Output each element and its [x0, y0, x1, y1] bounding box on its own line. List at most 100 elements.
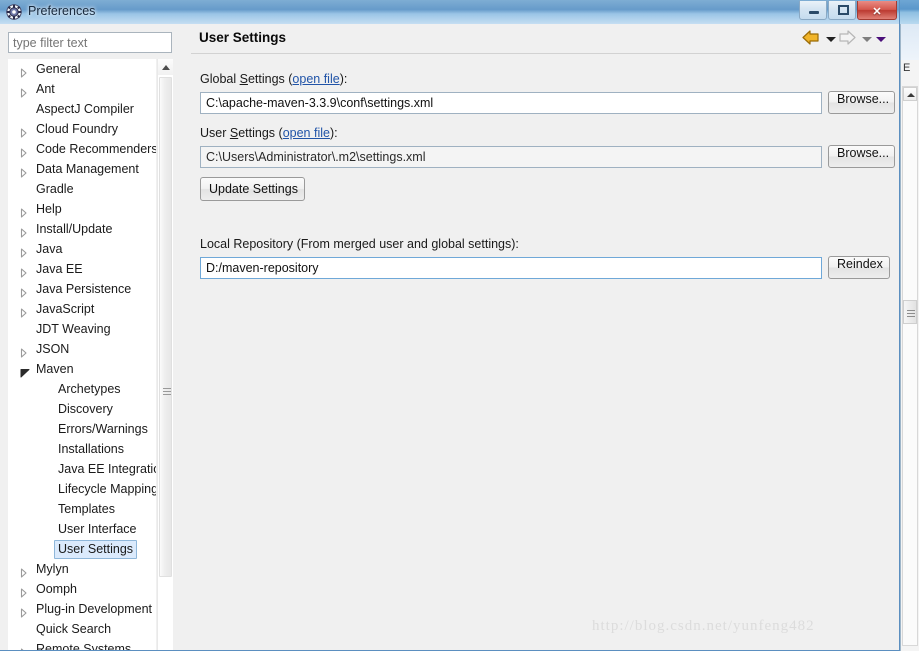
- page-navigation: [801, 29, 887, 49]
- tree-item-maven[interactable]: Maven: [8, 359, 156, 379]
- tree-item-aspectj-compiler[interactable]: AspectJ Compiler: [8, 99, 156, 119]
- tree-item-java-ee-integration[interactable]: Java EE Integration: [8, 459, 156, 479]
- expand-arrow-icon[interactable]: [20, 244, 28, 258]
- tree-item-label: General: [36, 62, 81, 76]
- tree-item-oomph[interactable]: Oomph: [8, 579, 156, 599]
- user-settings-open-file-link[interactable]: open file: [283, 126, 330, 140]
- tree-item-code-recommenders[interactable]: Code Recommenders: [8, 139, 156, 159]
- update-settings-button[interactable]: Update Settings: [200, 177, 305, 201]
- tree-item-user-interface[interactable]: User Interface: [8, 519, 156, 539]
- tree-item-label: JDT Weaving: [36, 322, 111, 336]
- tree-item-cloud-foundry[interactable]: Cloud Foundry: [8, 119, 156, 139]
- expand-arrow-icon[interactable]: [20, 164, 28, 178]
- tree-item-general[interactable]: General: [8, 59, 156, 79]
- tree-item-label: Discovery: [58, 402, 113, 416]
- tree-item-installations[interactable]: Installations: [8, 439, 156, 459]
- restore-button[interactable]: [828, 1, 856, 20]
- back-history-chevron-down-icon[interactable]: [823, 29, 837, 49]
- tree-item-gradle[interactable]: Gradle: [8, 179, 156, 199]
- local-repository-input[interactable]: [200, 257, 822, 279]
- back-arrow-icon[interactable]: [801, 29, 823, 49]
- global-settings-label-prefix: Global: [200, 72, 240, 86]
- expand-arrow-icon[interactable]: [20, 644, 28, 650]
- tree-item-data-management[interactable]: Data Management: [8, 159, 156, 179]
- expand-arrow-icon[interactable]: [20, 584, 28, 598]
- expand-arrow-icon[interactable]: [20, 304, 28, 318]
- tree-item-label: Errors/Warnings: [58, 422, 148, 436]
- scroll-up-icon[interactable]: [158, 59, 173, 75]
- tree-item-javascript[interactable]: JavaScript: [8, 299, 156, 319]
- tree-item-label: Remote Systems: [36, 642, 132, 650]
- window-controls: ✕: [798, 1, 897, 20]
- tree-item-templates[interactable]: Templates: [8, 499, 156, 519]
- expand-arrow-icon[interactable]: [20, 564, 28, 578]
- close-button[interactable]: ✕: [857, 1, 897, 20]
- expand-arrow-icon[interactable]: [20, 144, 28, 158]
- search-input[interactable]: [8, 32, 172, 53]
- tree-item-help[interactable]: Help: [8, 199, 156, 219]
- expand-arrow-icon[interactable]: [20, 204, 28, 218]
- tree-item-label: Lifecycle Mappings: [58, 482, 156, 496]
- tree-item-java[interactable]: Java: [8, 239, 156, 259]
- tree-item-ant[interactable]: Ant: [8, 79, 156, 99]
- page-title: User Settings: [199, 30, 287, 45]
- tree-item-archetypes[interactable]: Archetypes: [8, 379, 156, 399]
- expand-arrow-icon[interactable]: [20, 124, 28, 138]
- tree-item-errors-warnings[interactable]: Errors/Warnings: [8, 419, 156, 439]
- tree-item-label: Java: [36, 242, 63, 256]
- tree-item-lifecycle-mappings[interactable]: Lifecycle Mappings: [8, 479, 156, 499]
- tree-scrollbar[interactable]: [157, 59, 173, 650]
- reindex-button[interactable]: Reindex: [828, 256, 890, 279]
- user-settings-browse-button[interactable]: Browse...: [828, 145, 895, 168]
- tree-item-label: JSON: [36, 342, 70, 356]
- tree-item-json[interactable]: JSON: [8, 339, 156, 359]
- pane-divider[interactable]: [176, 24, 183, 650]
- tree-item-plug-in-development[interactable]: Plug-in Development: [8, 599, 156, 619]
- tree-item-label: Java EE Integration: [58, 462, 156, 476]
- global-settings-label: Global Settings (open file):: [200, 72, 347, 86]
- tree-item-jdt-weaving[interactable]: JDT Weaving: [8, 319, 156, 339]
- expand-arrow-icon[interactable]: [20, 604, 28, 618]
- global-settings-browse-button[interactable]: Browse...: [828, 91, 895, 114]
- dialog-title: Preferences: [28, 4, 96, 18]
- user-settings-label-rest: ettings (: [238, 126, 283, 140]
- tree-item-label: Data Management: [36, 162, 139, 176]
- background-scrollbar-up-icon[interactable]: [903, 87, 917, 101]
- tree-item-discovery[interactable]: Discovery: [8, 399, 156, 419]
- tree-item-mylyn[interactable]: Mylyn: [8, 559, 156, 579]
- tree-item-label: Oomph: [36, 582, 77, 596]
- tree-item-java-persistence[interactable]: Java Persistence: [8, 279, 156, 299]
- dialog-titlebar[interactable]: Preferences ✕: [0, 0, 899, 25]
- user-settings-path-input[interactable]: [200, 146, 822, 168]
- global-settings-label-rest: ettings (: [247, 72, 293, 86]
- preferences-tree[interactable]: General Ant AspectJ Compiler Cloud Foundry C…: [8, 59, 156, 650]
- global-settings-open-file-link[interactable]: open file: [292, 72, 339, 86]
- preferences-tree-pane: General Ant AspectJ Compiler Cloud Foundry C…: [0, 24, 183, 650]
- expand-arrow-icon[interactable]: [20, 224, 28, 238]
- expand-arrow-icon[interactable]: [20, 84, 28, 98]
- background-scrollbar-thumb[interactable]: [903, 300, 917, 324]
- dialog-body: General Ant AspectJ Compiler Cloud Foundry C…: [0, 24, 899, 650]
- tree-item-java-ee[interactable]: Java EE: [8, 259, 156, 279]
- minimize-button[interactable]: [799, 1, 827, 20]
- expand-arrow-icon[interactable]: [20, 64, 28, 78]
- collapse-arrow-icon[interactable]: [20, 364, 30, 378]
- tree-item-label: User Interface: [58, 522, 137, 536]
- forward-history-chevron-down-icon[interactable]: [859, 29, 873, 49]
- expand-arrow-icon[interactable]: [20, 284, 28, 298]
- background-scrollbar-track[interactable]: [902, 86, 918, 646]
- expand-arrow-icon[interactable]: [20, 264, 28, 278]
- tree-scrollbar-thumb[interactable]: [159, 77, 172, 577]
- tree-item-remote-systems[interactable]: Remote Systems: [8, 639, 156, 650]
- global-settings-path-input[interactable]: [200, 92, 822, 114]
- expand-arrow-icon[interactable]: [20, 344, 28, 358]
- user-settings-label-suffix: ):: [329, 126, 338, 140]
- background-right-glyph: E: [903, 62, 911, 74]
- tree-item-label: Templates: [58, 502, 115, 516]
- tree-item-install-update[interactable]: Install/Update: [8, 219, 156, 239]
- tree-item-label: Java EE: [36, 262, 83, 276]
- tree-item-user-settings[interactable]: User Settings: [8, 539, 156, 559]
- preferences-dialog: Preferences ✕ GeneralAntAspectJ Comp: [0, 0, 900, 651]
- tree-item-quick-search[interactable]: Quick Search: [8, 619, 156, 639]
- view-menu-chevron-down-icon[interactable]: [873, 29, 887, 49]
